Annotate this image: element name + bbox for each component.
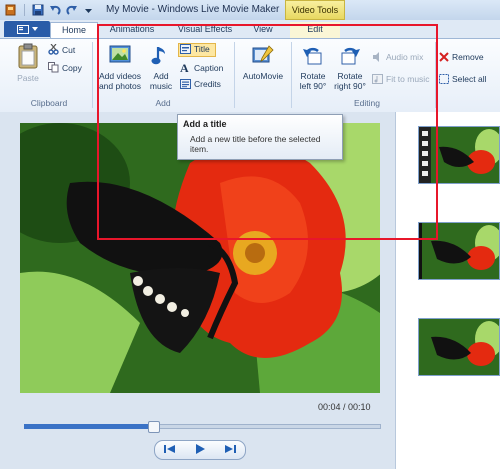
paste-label: Paste (17, 73, 39, 83)
copy-label: Copy (62, 62, 82, 73)
select-all-icon (439, 74, 449, 84)
next-frame-icon[interactable] (223, 443, 237, 457)
cut-icon (48, 44, 59, 55)
ribbon-separator (92, 42, 93, 108)
seek-progress (24, 424, 153, 429)
annotation-highlight-box (97, 24, 438, 240)
tab-home[interactable]: Home (50, 22, 98, 38)
file-menu-button[interactable] (4, 21, 50, 37)
previous-frame-icon[interactable] (163, 443, 177, 457)
remove-label: Remove (452, 52, 484, 62)
chevron-down-icon (31, 27, 38, 31)
playback-controls (154, 440, 246, 460)
paste-button[interactable]: Paste (12, 43, 44, 83)
file-menu-icon (16, 24, 29, 34)
cut-button[interactable]: Cut (48, 44, 75, 55)
play-icon[interactable] (193, 443, 207, 457)
undo-icon[interactable] (48, 4, 61, 17)
select-all-button[interactable]: Select all (439, 74, 487, 84)
clipboard-group-label: Clipboard (30, 98, 68, 108)
paste-icon (18, 43, 38, 69)
redo-icon[interactable] (65, 4, 78, 17)
contextual-group-video-tools: Video Tools (285, 0, 345, 20)
qat-divider (21, 4, 27, 17)
remove-button[interactable]: Remove (439, 52, 484, 62)
qat-dropdown-icon[interactable] (82, 4, 95, 17)
select-all-label: Select all (452, 74, 487, 84)
seek-thumb[interactable] (147, 421, 160, 433)
playback-time: 00:04 / 00:10 (318, 402, 371, 412)
remove-icon (439, 52, 449, 62)
copy-icon (48, 62, 59, 73)
storyboard-clip[interactable] (418, 318, 500, 376)
cut-label: Cut (62, 44, 76, 55)
copy-button[interactable]: Copy (48, 62, 82, 73)
app-menu-icon[interactable] (4, 4, 17, 17)
save-icon[interactable] (31, 4, 44, 17)
window-title: My Movie - Windows Live Movie Maker (106, 4, 280, 15)
quick-access-toolbar (4, 3, 95, 17)
